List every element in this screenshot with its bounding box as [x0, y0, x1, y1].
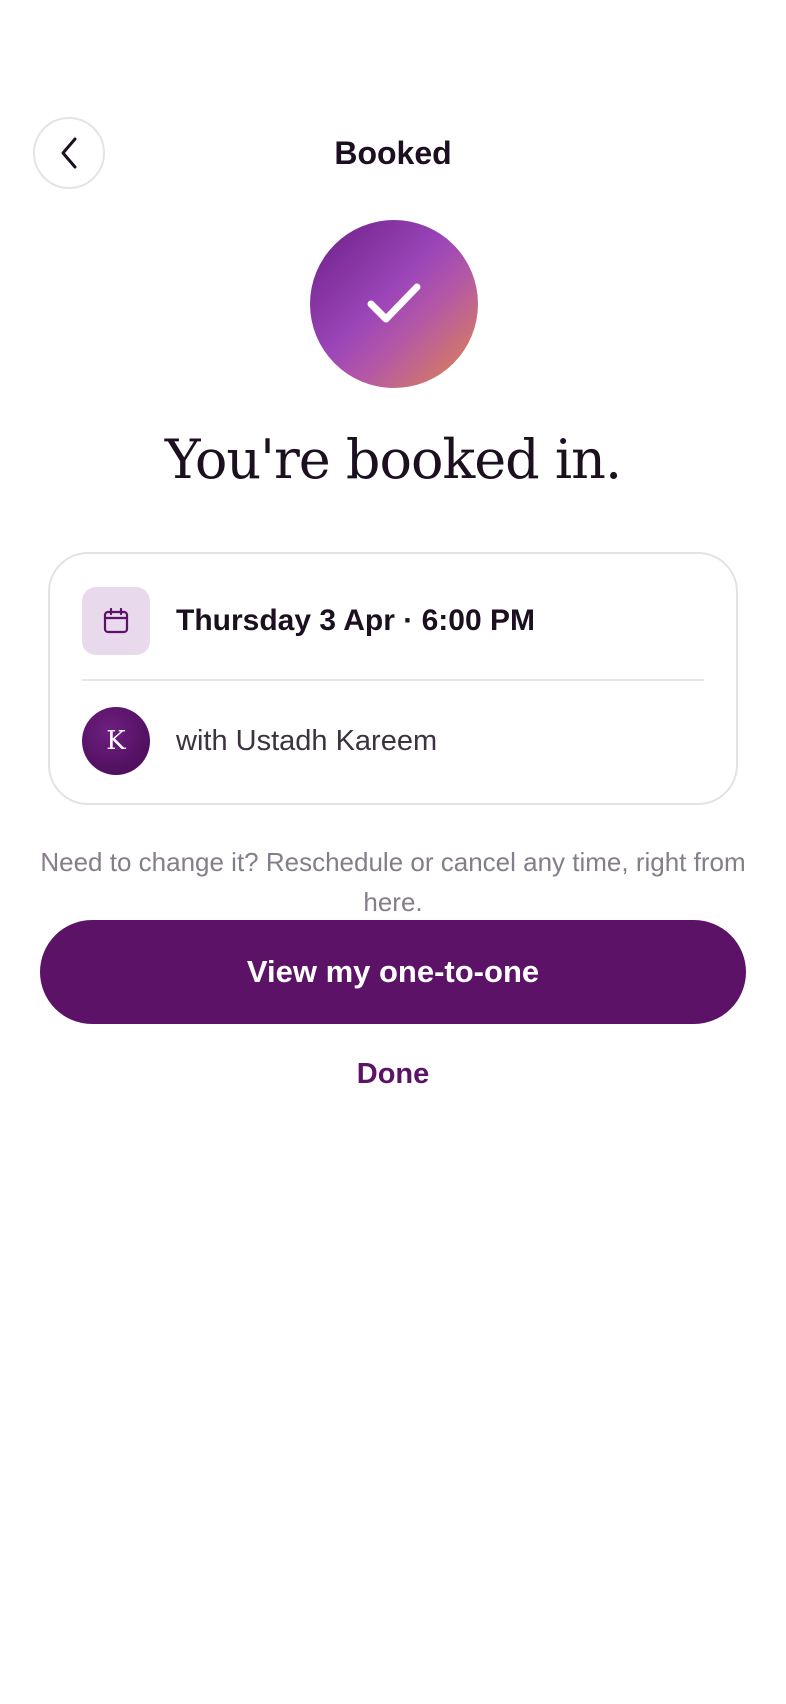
view-one-to-one-button[interactable]: View my one-to-one: [40, 920, 746, 1024]
checkmark-icon: [367, 283, 421, 323]
page-title: Booked: [334, 135, 452, 171]
calendar-icon: [103, 607, 129, 634]
booking-date-time: Thursday 3 Apr · 6:00 PM: [176, 604, 535, 637]
tutor-name: with Ustadh Kareem: [176, 724, 438, 757]
done-button[interactable]: Done: [293, 1052, 493, 1096]
booking-date-row: Thursday 3 Apr · 6:00 PM: [82, 586, 704, 656]
booking-tutor-row: K with Ustadh Kareem: [82, 706, 704, 776]
help-text: Need to change it? Reschedule or cancel …: [40, 847, 746, 917]
tutor-avatar: K: [82, 707, 150, 775]
card-divider: [82, 679, 704, 681]
booking-card: Thursday 3 Apr · 6:00 PM K with Ustadh K…: [48, 552, 738, 805]
calendar-tile: [82, 587, 150, 655]
confirmation-heading: You're booked in.: [164, 428, 622, 491]
success-badge: [310, 220, 478, 388]
